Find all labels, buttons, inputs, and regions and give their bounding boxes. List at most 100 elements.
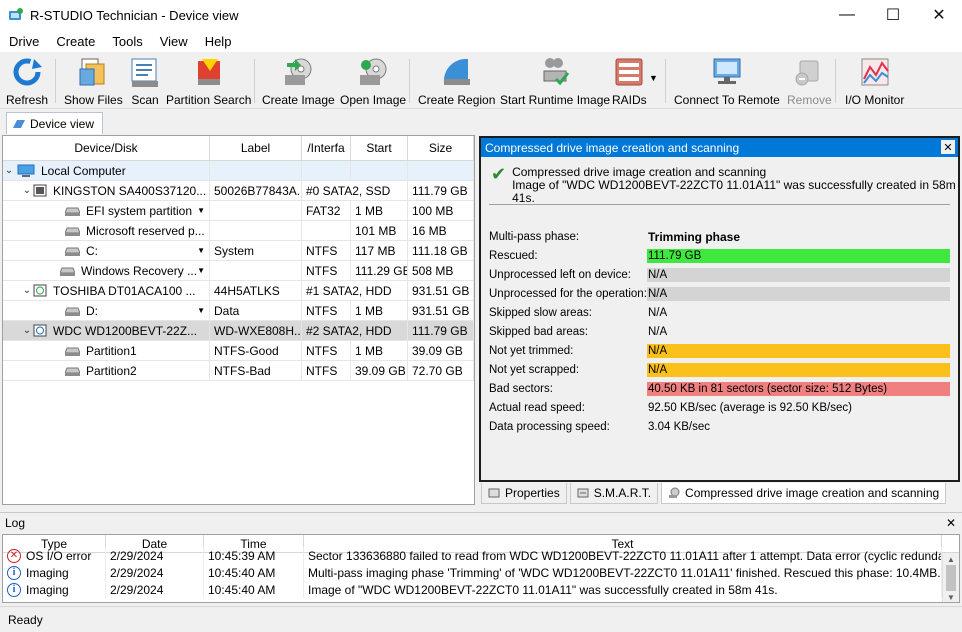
title-bar: R-STUDIO Technician - Device view — ☐ ✕ <box>0 0 962 30</box>
expand-chevron-icon[interactable]: ⌄ <box>21 325 33 336</box>
tree-row-local-computer[interactable]: ⌄ Local Computer <box>3 160 474 181</box>
column-interface[interactable]: /Interfa <box>302 136 351 160</box>
app-icon <box>8 7 24 23</box>
refresh-button[interactable]: Refresh <box>6 55 48 107</box>
partition-dropdown-icon[interactable]: ▼ <box>197 266 205 275</box>
menu-tools[interactable]: Tools <box>103 34 150 49</box>
tree-row-partition2[interactable]: Partition2 NTFS-Bad NTFS 39.09 GB 72.70 … <box>3 360 474 381</box>
maximize-button[interactable]: ☐ <box>870 0 916 30</box>
expand-chevron-icon[interactable]: ⌄ <box>21 285 33 296</box>
stat-processing-speed: Data processing speed: 3.04 KB/sec <box>489 420 711 433</box>
tab-device-view[interactable]: Device view <box>6 112 104 134</box>
column-start[interactable]: Start <box>351 136 408 160</box>
panel-close-icon[interactable]: ✕ <box>941 140 955 154</box>
log-row[interactable]: i Imaging 2/29/2024 10:45:40 AM Image of … <box>3 581 959 598</box>
create-image-icon <box>281 55 315 89</box>
runtime-image-icon <box>538 55 572 89</box>
tree-row-kingston[interactable]: ⌄ KINGSTON SA400S37120... 50026B77843A..… <box>3 180 474 201</box>
computer-icon <box>17 164 35 178</box>
status-text: Ready <box>8 612 43 627</box>
column-size[interactable]: Size <box>408 136 474 160</box>
stat-bad-sectors: Bad sectors: 40.50 KB in 81 sectors (sec… <box>489 381 950 396</box>
io-monitor-icon <box>858 55 892 89</box>
info-icon: i <box>7 582 21 597</box>
open-image-button[interactable]: Open Image <box>340 55 406 107</box>
tree-row-partition1[interactable]: Partition1 NTFS-Good NTFS 1 MB 39.09 GB <box>3 340 474 361</box>
scroll-up-icon[interactable]: ▲ <box>947 555 955 564</box>
menu-drive[interactable]: Drive <box>0 34 47 49</box>
raid-icon <box>612 55 646 89</box>
partition-search-button[interactable]: Partition Search <box>166 55 251 107</box>
device-tree: Device/Disk Label /Interfa Start Size ⌄ … <box>2 135 475 505</box>
log-scroll-thumb[interactable] <box>946 565 956 591</box>
close-button[interactable]: ✕ <box>916 0 962 30</box>
column-label[interactable]: Label <box>210 136 302 160</box>
tab-smart[interactable]: S.M.A.R.T. <box>569 483 659 504</box>
menu-view[interactable]: View <box>151 34 196 49</box>
create-image-button[interactable]: Create Image <box>262 55 335 107</box>
remote-computer-icon <box>710 55 744 89</box>
stat-multi-pass-phase: Multi-pass phase: Trimming phase <box>489 229 741 244</box>
log-close-icon[interactable]: ✕ <box>946 516 956 530</box>
tree-header: Device/Disk Label /Interfa Start Size <box>3 136 474 161</box>
scroll-down-icon[interactable]: ▼ <box>947 593 955 602</box>
column-device-disk[interactable]: Device/Disk <box>3 136 210 160</box>
expand-chevron-icon[interactable]: ⌄ <box>3 165 15 176</box>
menu-create[interactable]: Create <box>47 34 103 49</box>
open-image-icon <box>356 55 390 89</box>
device-view-icon <box>13 118 25 130</box>
menu-bar: Drive Create Tools View Help <box>0 30 962 52</box>
scan-button[interactable]: Scan <box>128 55 162 107</box>
smart-icon <box>577 487 589 499</box>
log-row[interactable]: ✕ OS I/O error 2/29/2024 10:45:39 AM Sect… <box>3 547 959 564</box>
status-bar: Ready <box>0 606 962 632</box>
tree-row-windows-recovery[interactable]: Windows Recovery ... ▼ NTFS 111.29 GB 508… <box>3 260 474 281</box>
partition-icon <box>64 245 81 256</box>
image-task-icon <box>668 487 680 499</box>
stat-unprocessed-operation: Unprocessed for the operation: N/A <box>489 286 950 301</box>
stat-skipped-bad: Skipped bad areas: N/A <box>489 325 668 338</box>
io-monitor-button[interactable]: I/O Monitor <box>845 55 904 107</box>
log-row[interactable]: i Imaging 2/29/2024 10:45:40 AM Multi-pas… <box>3 564 959 581</box>
tree-row-msr-partition[interactable]: Microsoft reserved p... 101 MB 16 MB <box>3 220 474 241</box>
scan-icon <box>128 55 162 89</box>
create-region-button[interactable]: Create Region <box>418 55 495 107</box>
show-files-button[interactable]: Show Files <box>64 55 123 107</box>
tree-row-toshiba[interactable]: ⌄ TOSHIBA DT01ACA100 ... 44H5ATLKS #1 SA… <box>3 280 474 301</box>
expand-chevron-icon[interactable]: ⌄ <box>21 185 33 196</box>
partition-dropdown-icon[interactable]: ▼ <box>197 306 205 315</box>
stat-skipped-slow: Skipped slow areas: N/A <box>489 306 668 319</box>
menu-help[interactable]: Help <box>196 34 240 49</box>
partition-dropdown-icon[interactable]: ▼ <box>197 206 205 215</box>
tab-properties[interactable]: Properties <box>481 483 567 504</box>
tree-row-wdc[interactable]: ⌄ WDC WD1200BEVT-22Z... WD-WXE808H... #2… <box>3 320 474 341</box>
remove-button[interactable]: Remove <box>787 55 832 107</box>
ssd-icon <box>33 184 47 197</box>
stat-read-speed: Actual read speed: 92.50 KB/sec (average… <box>489 401 852 414</box>
partition-icon <box>64 345 81 356</box>
partition-icon <box>64 305 81 316</box>
connect-to-remote-button[interactable]: Connect To Remote <box>674 55 780 107</box>
partition-dropdown-icon[interactable]: ▼ <box>197 246 205 255</box>
log-header: Log ✕ <box>0 512 962 533</box>
checkmark-icon: ✔ <box>491 164 507 184</box>
start-runtime-image-button[interactable]: Start Runtime Image <box>500 55 610 107</box>
window-title: R-STUDIO Technician - Device view <box>30 7 239 23</box>
partition-icon <box>64 205 81 216</box>
view-tab-strip: Device view <box>0 110 962 134</box>
tree-row-efi-partition[interactable]: EFI system partition ▼ FAT32 1 MB 100 MB <box>3 200 474 221</box>
panel-status: ✔ Compressed drive image creation and sc… <box>491 164 958 205</box>
panel-divider <box>489 204 950 205</box>
tab-compressed-image[interactable]: Compressed drive image creation and scan… <box>661 483 947 504</box>
toolbar: Refresh Show Files Scan Partition Search… <box>0 53 962 109</box>
log-scrollbar[interactable]: ▲ ▼ <box>942 553 959 602</box>
hdd-icon <box>33 324 47 337</box>
raids-button[interactable]: RAIDs <box>612 55 647 107</box>
stat-not-yet-scrapped: Not yet scrapped: N/A <box>489 362 950 377</box>
error-icon: ✕ <box>7 548 21 563</box>
tree-row-drive-c[interactable]: C: ▼ System NTFS 117 MB 111.18 GB <box>3 240 474 261</box>
stat-not-yet-trimmed: Not yet trimmed: N/A <box>489 343 950 358</box>
refresh-icon <box>10 55 44 89</box>
minimize-button[interactable]: — <box>824 0 870 30</box>
tree-row-drive-d[interactable]: D: ▼ Data NTFS 1 MB 931.51 GB <box>3 300 474 321</box>
